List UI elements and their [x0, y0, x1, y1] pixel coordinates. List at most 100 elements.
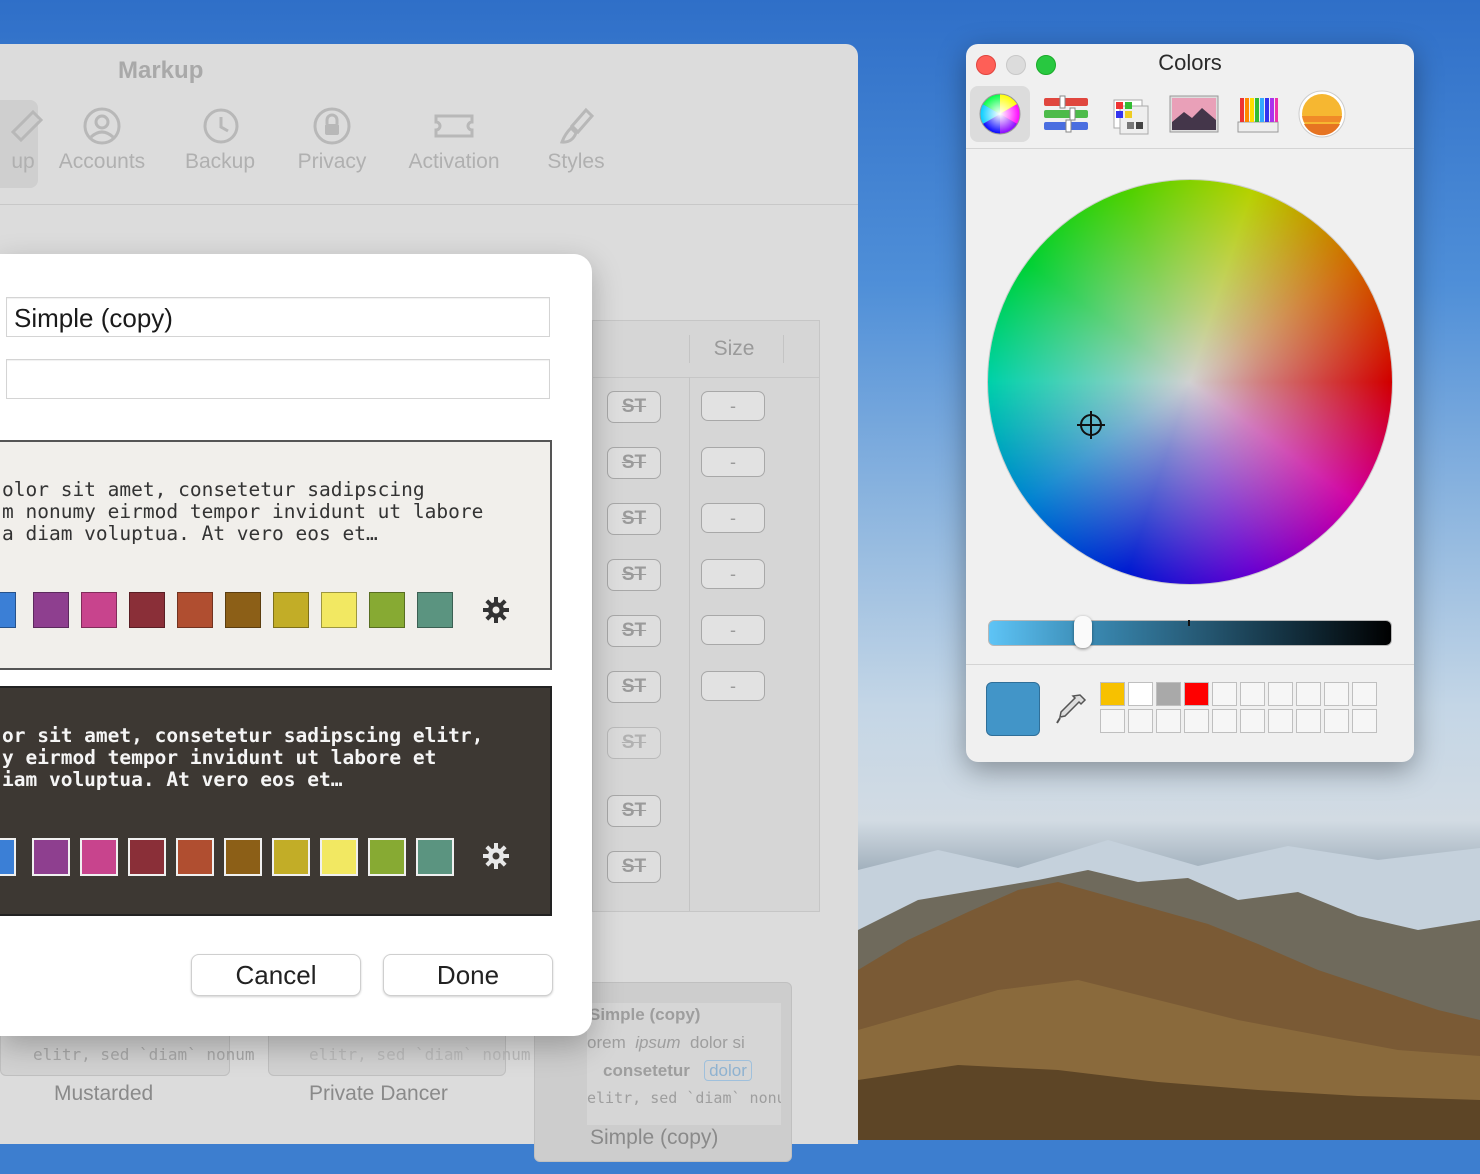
- color-swatch-green[interactable]: [369, 592, 405, 628]
- panel-title: Colors: [1158, 50, 1222, 75]
- color-swatch-purple[interactable]: [32, 838, 70, 876]
- clock-history-icon: [203, 108, 239, 144]
- tab-pencils[interactable]: [1228, 86, 1288, 142]
- palettes-icon: [1113, 99, 1149, 135]
- strikethrough-button[interactable]: ST: [607, 391, 661, 423]
- preview-word-highlight: dolor: [704, 1060, 752, 1081]
- toolbar-item-backup[interactable]: Backup: [165, 106, 275, 174]
- palette-cell[interactable]: [1296, 709, 1321, 733]
- color-swatch-olive[interactable]: [272, 838, 310, 876]
- brightness-slider-knob[interactable]: [1074, 616, 1092, 648]
- palette-cell[interactable]: [1240, 709, 1265, 733]
- color-swatch-maroon[interactable]: [128, 838, 166, 876]
- table-header: Size: [593, 321, 819, 378]
- tab-color-palettes[interactable]: [1100, 86, 1160, 142]
- strikethrough-button[interactable]: ST: [607, 503, 661, 535]
- color-swatch-maroon[interactable]: [129, 592, 165, 628]
- palette-cell[interactable]: [1268, 709, 1293, 733]
- table-row: ST -: [593, 601, 819, 657]
- toolbar-label: Accounts: [58, 150, 146, 173]
- color-swatch-pink[interactable]: [81, 592, 117, 628]
- style-description-field[interactable]: [6, 359, 550, 399]
- color-swatch-rust[interactable]: [177, 592, 213, 628]
- strikethrough-button[interactable]: ST: [607, 795, 661, 827]
- color-swatch-yellow[interactable]: [320, 838, 358, 876]
- window-title: Markup: [118, 57, 204, 84]
- toolbar-item-accounts[interactable]: Accounts: [47, 106, 157, 174]
- color-swatch-green[interactable]: [368, 838, 406, 876]
- color-swatch-yellow[interactable]: [321, 592, 357, 628]
- color-swatch-pink[interactable]: [80, 838, 118, 876]
- size-button[interactable]: -: [701, 559, 765, 589]
- table-row: ST -: [593, 489, 819, 545]
- toolbar-item-privacy[interactable]: Privacy: [277, 106, 387, 174]
- strikethrough-button[interactable]: ST: [607, 851, 661, 883]
- style-name-field[interactable]: Simple (copy): [6, 297, 550, 337]
- palette-cell[interactable]: [1352, 682, 1377, 706]
- wheel-brightness-overlay: [988, 180, 1392, 584]
- color-swatch-purple[interactable]: [33, 592, 69, 628]
- brightness-slider[interactable]: [988, 620, 1392, 646]
- palette-cell[interactable]: [1296, 682, 1321, 706]
- size-button[interactable]: -: [701, 671, 765, 701]
- strikethrough-button[interactable]: ST: [607, 559, 661, 591]
- tab-crayons[interactable]: [1292, 86, 1352, 142]
- palette-cell[interactable]: [1268, 682, 1293, 706]
- color-swatch-brown[interactable]: [224, 838, 262, 876]
- size-button[interactable]: -: [701, 503, 765, 533]
- table-row: ST -: [593, 377, 819, 433]
- palette-cell[interactable]: [1184, 682, 1209, 706]
- strikethrough-button[interactable]: ST: [607, 671, 661, 703]
- palette-cell[interactable]: [1352, 709, 1377, 733]
- tab-color-wheel[interactable]: [970, 86, 1030, 142]
- gear-icon[interactable]: [482, 596, 510, 624]
- palette-cell[interactable]: [1156, 709, 1181, 733]
- color-swatch-teal[interactable]: [416, 838, 454, 876]
- strikethrough-button[interactable]: ST: [607, 615, 661, 647]
- size-button[interactable]: -: [701, 391, 765, 421]
- color-swatch-teal[interactable]: [417, 592, 453, 628]
- color-wheel-icon: [979, 93, 1021, 135]
- strikethrough-button[interactable]: ST: [607, 447, 661, 479]
- palette-cell[interactable]: [1324, 682, 1349, 706]
- palette-cell[interactable]: [1240, 682, 1265, 706]
- palette-cell[interactable]: [1212, 709, 1237, 733]
- theme-preview-line: elitr, sed `diam` nonum: [587, 1089, 781, 1107]
- palette-cell[interactable]: [1100, 682, 1125, 706]
- strikethrough-button[interactable]: ST: [607, 727, 661, 759]
- cancel-button[interactable]: Cancel: [191, 954, 361, 996]
- tab-color-sliders[interactable]: [1036, 86, 1096, 142]
- color-swatch-blue[interactable]: [0, 592, 16, 628]
- color-swatch-rust[interactable]: [176, 838, 214, 876]
- size-column-header[interactable]: Size: [689, 337, 779, 361]
- eyedropper-icon[interactable]: [1054, 692, 1088, 726]
- markup-icon: [10, 109, 43, 143]
- edit-style-sheet: Simple (copy) olor sit amet, consetetur …: [0, 254, 592, 1036]
- palette-cell[interactable]: [1100, 709, 1125, 733]
- palette-cell[interactable]: [1128, 682, 1153, 706]
- current-color-well[interactable]: [986, 682, 1040, 736]
- preview-word-italic: ipsum: [635, 1033, 681, 1052]
- palette-cell[interactable]: [1184, 709, 1209, 733]
- toolbar-label: Privacy: [297, 150, 367, 173]
- palette-cell[interactable]: [1156, 682, 1181, 706]
- tab-image-palettes[interactable]: [1164, 86, 1224, 142]
- size-button[interactable]: -: [701, 447, 765, 477]
- gear-icon[interactable]: [482, 842, 510, 870]
- toolbar-item-styles[interactable]: Styles: [521, 106, 631, 174]
- toolbar-item-activation[interactable]: Activation: [399, 106, 509, 174]
- palette-cell[interactable]: [1212, 682, 1237, 706]
- color-swatch-blue[interactable]: [0, 838, 16, 876]
- theme-preview-line: consetetur dolor: [603, 1060, 752, 1081]
- wheel-crosshair-cursor[interactable]: [1076, 410, 1106, 440]
- color-swatch-olive[interactable]: [273, 592, 309, 628]
- done-button[interactable]: Done: [383, 954, 553, 996]
- color-swatch-brown[interactable]: [225, 592, 261, 628]
- color-wheel[interactable]: [988, 180, 1392, 584]
- toolbar-divider: [0, 204, 858, 205]
- theme-preview-text: elitr, sed `diam` nonum: [309, 1045, 531, 1064]
- size-button[interactable]: -: [701, 615, 765, 645]
- palette-cell[interactable]: [1128, 709, 1153, 733]
- palette-cell[interactable]: [1324, 709, 1349, 733]
- panel-divider: [966, 148, 1414, 149]
